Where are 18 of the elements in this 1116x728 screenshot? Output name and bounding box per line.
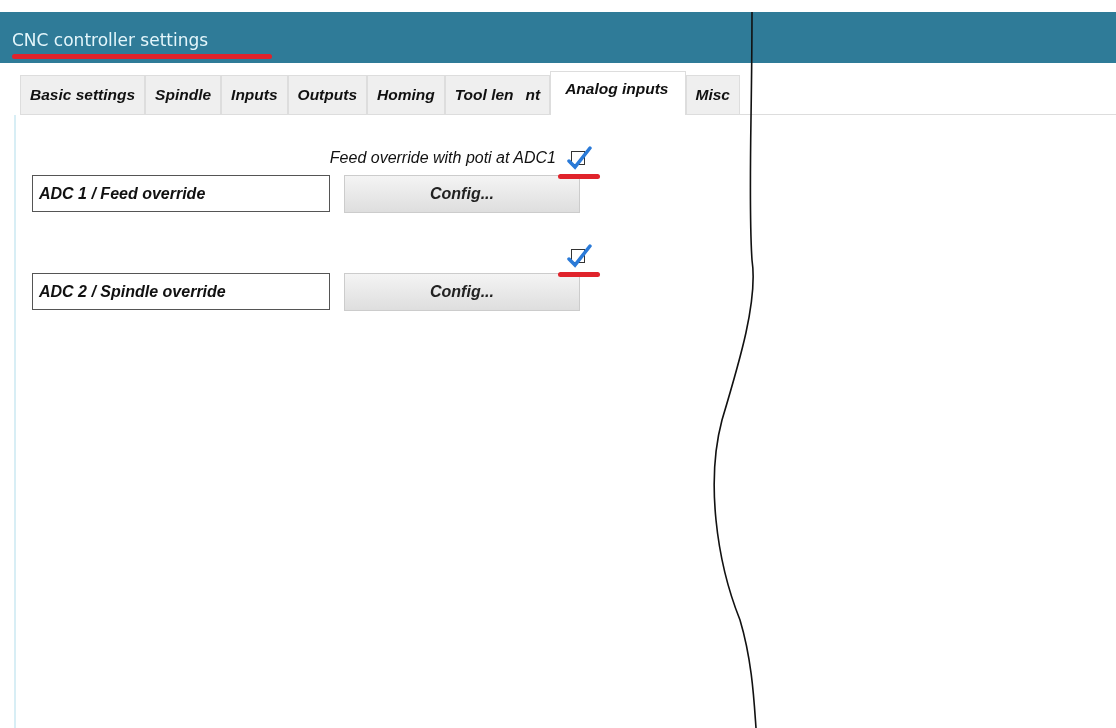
checkbox[interactable] <box>566 243 592 269</box>
tab[interactable]: Spindle <box>145 75 222 114</box>
channel-name-field[interactable]: ADC 2 / Spindle override <box>32 273 330 310</box>
tab[interactable]: Analog inputs <box>550 71 686 115</box>
config-button[interactable]: Config... <box>344 273 580 311</box>
tab[interactable]: Basic settings <box>20 75 146 114</box>
tab[interactable]: Tool len nt <box>444 75 551 114</box>
underline-mark <box>558 174 600 179</box>
tab[interactable]: Homing <box>367 75 445 114</box>
checkbox[interactable] <box>566 145 592 171</box>
checkbox-label: Feed override with poti at ADC1 <box>329 149 556 167</box>
tab[interactable]: Inputs <box>221 75 288 114</box>
underline-mark <box>558 272 600 277</box>
tab[interactable]: Misc <box>685 75 740 114</box>
window-title: CNC controller settings <box>12 29 209 50</box>
channel-name-field[interactable]: ADC 1 / Feed override <box>32 175 330 212</box>
tab[interactable]: Outputs <box>287 75 367 114</box>
config-button[interactable]: Config... <box>344 175 580 213</box>
